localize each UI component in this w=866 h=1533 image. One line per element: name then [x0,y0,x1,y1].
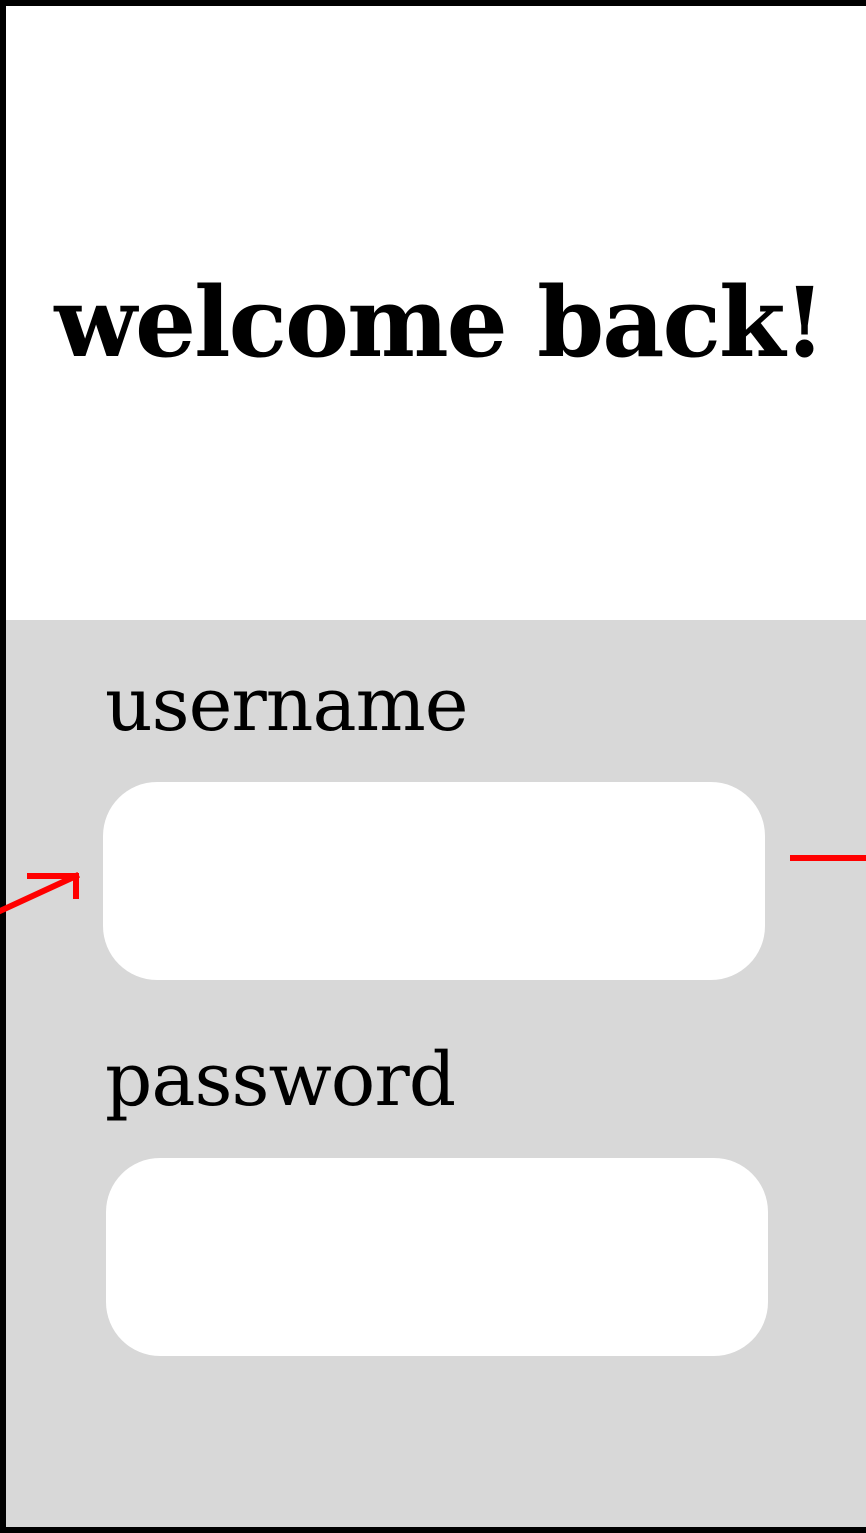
login-form: username password [6,620,866,1527]
password-label: password [105,1037,456,1123]
password-field[interactable] [106,1158,768,1356]
username-label: username [105,662,469,748]
username-field[interactable] [103,782,765,980]
page-title: welcome back! [54,266,825,379]
login-screen: welcome back! username password [0,0,866,1533]
welcome-header: welcome back! [6,6,866,620]
